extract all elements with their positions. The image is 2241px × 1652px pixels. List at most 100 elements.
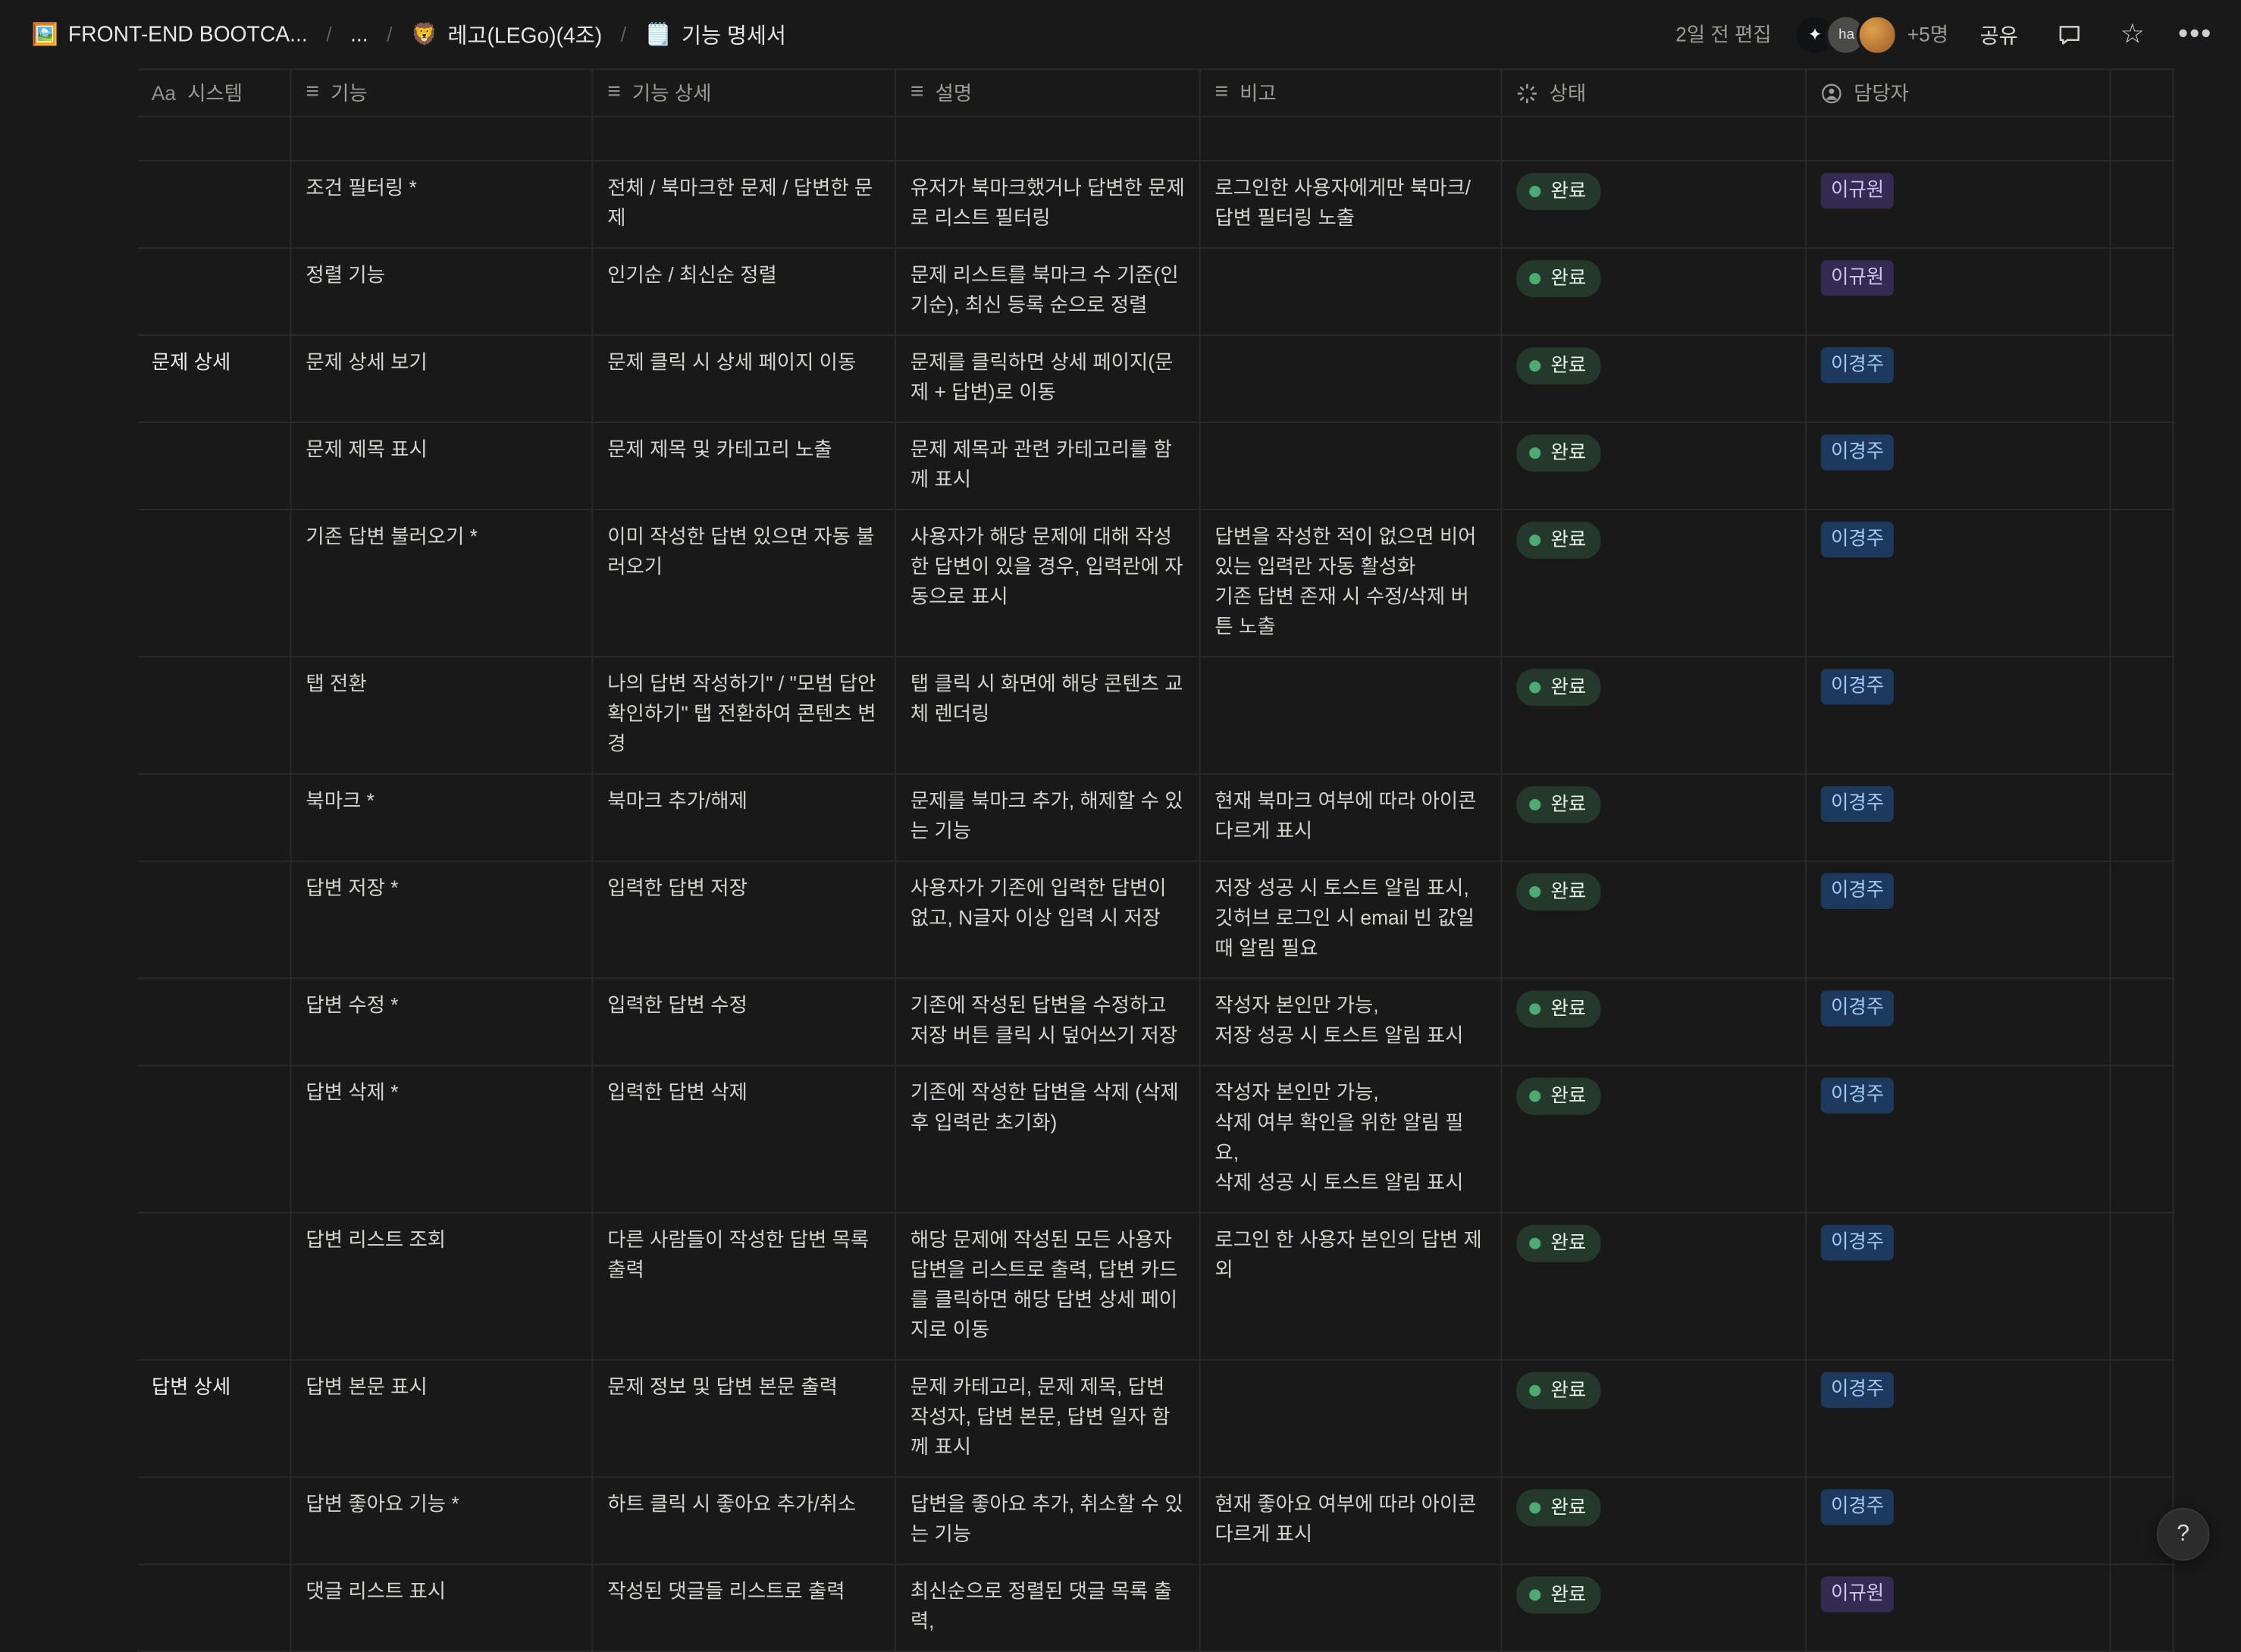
assignee-tag[interactable]: 이경주 xyxy=(1821,990,1895,1027)
cell-system[interactable] xyxy=(137,775,292,860)
cell-description[interactable]: 해당 문제에 작성된 모든 사용자 답변을 리스트로 출력, 답변 카드를 클릭… xyxy=(896,1214,1201,1359)
cell-note[interactable]: 현재 북마크 여부에 따라 아이콘 다르게 표시 xyxy=(1201,775,1503,860)
cell-feature[interactable]: 답변 삭제 * xyxy=(292,1066,594,1212)
cell-feature-detail[interactable]: 입력한 답변 삭제 xyxy=(593,1066,896,1212)
assignee-tag[interactable]: 이경주 xyxy=(1821,786,1895,823)
cell-feature[interactable]: 댓글 리스트 표시 xyxy=(292,1565,594,1650)
table-row[interactable]: 문제 제목 표시 문제 제목 및 카테고리 노출 문제 제목과 관련 카테고리를… xyxy=(137,423,2175,510)
avatar[interactable] xyxy=(1857,14,1899,55)
column-header-description[interactable]: ≡ 설명 xyxy=(896,70,1201,115)
cell-note[interactable]: 로그인 한 사용자 본인의 답변 제외 xyxy=(1201,1214,1503,1359)
assignee-tag[interactable]: 이규원 xyxy=(1821,1576,1895,1613)
cell-assignee[interactable]: 이경주 xyxy=(1807,775,2111,860)
table-row[interactable]: 댓글 리스트 표시 작성된 댓글들 리스트로 출력 최신순으로 정렬된 댓글 목… xyxy=(137,1565,2175,1652)
column-header-note[interactable]: ≡ 비고 xyxy=(1201,70,1503,115)
cell-feature[interactable]: 답변 저장 * xyxy=(292,862,594,978)
status-badge[interactable]: 완료 xyxy=(1516,434,1600,472)
cell-system[interactable] xyxy=(137,1214,292,1359)
cell-system[interactable] xyxy=(137,1565,292,1650)
assignee-tag[interactable]: 이경주 xyxy=(1821,1489,1895,1525)
cell-note[interactable]: 로그인한 사용자에게만 북마크/답변 필터링 노출 xyxy=(1201,161,1503,247)
cell-system[interactable] xyxy=(137,1478,292,1563)
cell-assignee[interactable]: 이경주 xyxy=(1807,1214,2111,1359)
assignee-tag[interactable]: 이경주 xyxy=(1821,434,1895,471)
column-header-feature-detail[interactable]: ≡ 기능 상세 xyxy=(593,70,896,115)
status-badge[interactable]: 완료 xyxy=(1516,1225,1600,1262)
cell-note[interactable]: 현재 좋아요 여부에 따라 아이콘 다르게 표시 xyxy=(1201,1478,1503,1563)
cell-description[interactable]: 답변을 좋아요 추가, 취소할 수 있는 기능 xyxy=(896,1478,1201,1563)
cell-feature[interactable]: 답변 수정 * xyxy=(292,979,594,1064)
cell-assignee[interactable]: 이규원 xyxy=(1807,1565,2111,1650)
cell-note[interactable]: 작성자 본인만 가능, 저장 성공 시 토스트 알림 표시 xyxy=(1201,979,1503,1064)
breadcrumb-item-workspace[interactable]: 🖼️ FRONT-END BOOTCA... xyxy=(26,19,313,49)
cell-status[interactable]: 완료 xyxy=(1502,862,1807,978)
cell-description[interactable]: 문제 카테고리, 문제 제목, 답변 작성자, 답변 본문, 답변 일자 함께 … xyxy=(896,1361,1201,1477)
cell-system[interactable] xyxy=(137,862,292,978)
cell-system[interactable] xyxy=(137,118,292,161)
assignee-tag[interactable]: 이경주 xyxy=(1821,522,1895,558)
cell-description[interactable]: 최신순으로 정렬된 댓글 목록 출력, xyxy=(896,1565,1201,1650)
status-badge[interactable]: 완료 xyxy=(1516,1372,1600,1409)
cell-system[interactable] xyxy=(137,423,292,509)
cell-assignee[interactable]: 이경주 xyxy=(1807,862,2111,978)
cell-feature-detail[interactable]: 북마크 추가/해제 xyxy=(593,775,896,860)
table-row[interactable]: 기존 답변 불러오기 * 이미 작성한 답변 있으면 자동 불러오기 사용자가 … xyxy=(137,510,2175,657)
cell-status[interactable]: 완료 xyxy=(1502,657,1807,773)
cell-system[interactable]: 문제 상세 xyxy=(137,336,292,422)
cell-feature-detail[interactable]: 나의 답변 작성하기" / "모범 답안 확인하기" 탭 전환하여 콘텐츠 변경 xyxy=(593,657,896,773)
cell-description[interactable] xyxy=(896,118,1201,161)
cell-assignee[interactable]: 이경주 xyxy=(1807,1066,2111,1212)
cell-feature[interactable]: 문제 상세 보기 xyxy=(292,336,594,422)
cell-note[interactable] xyxy=(1201,336,1503,422)
cell-description[interactable]: 문제 제목과 관련 카테고리를 함께 표시 xyxy=(896,423,1201,509)
table-row[interactable]: 답변 저장 * 입력한 답변 저장 사용자가 기존에 입력한 답변이 없고, N… xyxy=(137,862,2175,980)
cell-description[interactable]: 탭 클릭 시 화면에 해당 콘텐츠 교체 렌더링 xyxy=(896,657,1201,773)
cell-status[interactable]: 완료 xyxy=(1502,1361,1807,1477)
table-row[interactable]: 정렬 기능 인기순 / 최신순 정렬 문제 리스트를 북마크 수 기준(인기순)… xyxy=(137,249,2175,336)
cell-status[interactable]: 완료 xyxy=(1502,249,1807,334)
assignee-tag[interactable]: 이경주 xyxy=(1821,347,1895,384)
status-badge[interactable]: 완료 xyxy=(1516,786,1600,823)
cell-note[interactable] xyxy=(1201,1361,1503,1477)
cell-note[interactable] xyxy=(1201,1565,1503,1650)
cell-assignee[interactable]: 이경주 xyxy=(1807,423,2111,509)
cell-status[interactable]: 완료 xyxy=(1502,1478,1807,1563)
assignee-tag[interactable]: 이경주 xyxy=(1821,1225,1895,1262)
cell-feature[interactable]: 탭 전환 xyxy=(292,657,594,773)
cell-feature-detail[interactable]: 인기순 / 최신순 정렬 xyxy=(593,249,896,334)
favorite-button[interactable]: ☆ xyxy=(2112,14,2152,55)
cell-description[interactable]: 문제를 클릭하면 상세 페이지(문제 + 답변)로 이동 xyxy=(896,336,1201,422)
assignee-tag[interactable]: 이경주 xyxy=(1821,669,1895,705)
table-row[interactable] xyxy=(137,118,2175,161)
cell-feature[interactable]: 기존 답변 불러오기 * xyxy=(292,510,594,656)
cell-status[interactable] xyxy=(1502,118,1807,161)
cell-status[interactable]: 완료 xyxy=(1502,161,1807,247)
cell-note[interactable]: 답변을 작성한 적이 없으면 비어 있는 입력란 자동 활성화 기존 답변 존재… xyxy=(1201,510,1503,656)
cell-status[interactable]: 완료 xyxy=(1502,1214,1807,1359)
column-header-system[interactable]: Aa 시스템 xyxy=(137,70,292,115)
cell-system[interactable]: 답변 상세 xyxy=(137,1361,292,1477)
status-badge[interactable]: 완료 xyxy=(1516,173,1600,210)
status-badge[interactable]: 완료 xyxy=(1516,873,1600,911)
cell-feature[interactable]: 조건 필터링 * xyxy=(292,161,594,247)
breadcrumb-item-team-page[interactable]: 🦁 레고(LEGo)(4조) xyxy=(405,17,607,52)
cell-note[interactable]: 작성자 본인만 가능, 삭제 여부 확인을 위한 알림 필요, 삭제 성공 시 … xyxy=(1201,1066,1503,1212)
status-badge[interactable]: 완료 xyxy=(1516,669,1600,706)
breadcrumb-item-ellipsis[interactable]: ... xyxy=(345,19,375,49)
cell-feature-detail[interactable]: 입력한 답변 수정 xyxy=(593,979,896,1064)
cell-system[interactable] xyxy=(137,161,292,247)
help-button[interactable]: ? xyxy=(2157,1508,2210,1561)
cell-note[interactable] xyxy=(1201,249,1503,334)
cell-assignee[interactable]: 이경주 xyxy=(1807,336,2111,422)
more-options-button[interactable]: ••• xyxy=(2175,14,2215,55)
cell-description[interactable]: 기존에 작성된 답변을 수정하고 저장 버튼 클릭 시 덮어쓰기 저장 xyxy=(896,979,1201,1064)
cell-status[interactable]: 완료 xyxy=(1502,1066,1807,1212)
table-row[interactable]: 답변 리스트 조회 다른 사람들이 작성한 답변 목록 출력 해당 문제에 작성… xyxy=(137,1214,2175,1361)
cell-status[interactable]: 완료 xyxy=(1502,423,1807,509)
cell-feature-detail[interactable]: 다른 사람들이 작성한 답변 목록 출력 xyxy=(593,1214,896,1359)
share-button[interactable]: 공유 xyxy=(1971,14,2026,55)
table-row[interactable]: 답변 상세 답변 본문 표시 문제 정보 및 답변 본문 출력 문제 카테고리,… xyxy=(137,1361,2175,1478)
cell-feature-detail[interactable]: 입력한 답변 저장 xyxy=(593,862,896,978)
cell-assignee[interactable]: 이경주 xyxy=(1807,1361,2111,1477)
cell-feature-detail[interactable]: 전체 / 북마크한 문제 / 답변한 문제 xyxy=(593,161,896,247)
